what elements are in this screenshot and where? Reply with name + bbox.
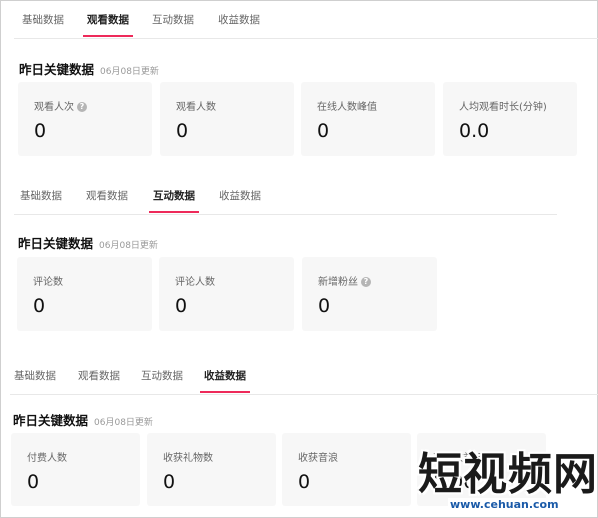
tab-revenue-2[interactable]: 收益数据 xyxy=(219,186,261,213)
section-title: 昨日关键数据 xyxy=(19,62,95,77)
watermark-logo: 短视频网 www.cehuan.com xyxy=(412,438,598,516)
tab-revenue-3[interactable]: 收益数据 xyxy=(200,366,250,393)
metric-value: 0 xyxy=(27,471,40,493)
tab-watch-1[interactable]: 观看数据 xyxy=(83,10,133,37)
watermark-url: www.cehuan.com xyxy=(448,498,561,511)
metric-label: 评论数 xyxy=(33,277,63,288)
section-header-1: 昨日关键数据 06月08日更新 xyxy=(19,59,159,78)
metric-label: 新增粉丝 xyxy=(318,277,358,288)
update-date: 06月08日更新 xyxy=(99,241,158,251)
tab-bar-3: 基础数据 观看数据 互动数据 收益数据 xyxy=(10,366,598,395)
metric-label: 评论人数 xyxy=(175,277,215,288)
metric-label: 观看人数 xyxy=(176,102,216,113)
tab-interact-3[interactable]: 互动数据 xyxy=(141,366,183,393)
metric-card-comments: 评论数 0 xyxy=(17,257,152,331)
active-tab-underline xyxy=(149,211,199,213)
metric-card-avg-watch: 人均观看时长(分钟) 0.0 xyxy=(443,82,577,156)
metric-label: 付费人数 xyxy=(27,453,67,464)
metric-value: 0 xyxy=(163,471,176,493)
metric-value: 0 xyxy=(34,120,47,142)
metric-value: 0 xyxy=(175,295,188,317)
metric-value: 0 xyxy=(317,120,330,142)
metric-card-paying-users: 付费人数 0 xyxy=(11,433,140,506)
metric-card-views: 观看人次? 0 xyxy=(18,82,152,156)
metric-card-gifts: 收获礼物数 0 xyxy=(147,433,276,506)
tab-basic-1[interactable]: 基础数据 xyxy=(22,10,64,37)
metric-label: 收获音浪 xyxy=(298,453,338,464)
tab-interact-1[interactable]: 互动数据 xyxy=(152,10,194,37)
tab-basic-3[interactable]: 基础数据 xyxy=(14,366,56,393)
update-date: 06月08日更新 xyxy=(94,418,153,428)
metric-card-commenters: 评论人数 0 xyxy=(159,257,294,331)
tab-bar-1: 基础数据 观看数据 互动数据 收益数据 xyxy=(14,10,598,39)
active-tab-underline xyxy=(83,35,133,37)
active-tab-underline xyxy=(200,391,250,393)
metric-value: 0 xyxy=(318,295,331,317)
help-icon[interactable]: ? xyxy=(77,102,87,112)
metric-card-new-fans: 新增粉丝? 0 xyxy=(302,257,437,331)
metric-card-peak-online: 在线人数峰值 0 xyxy=(301,82,435,156)
metric-value: 0 xyxy=(298,471,311,493)
metric-value: 0 xyxy=(176,120,189,142)
metric-label: 人均观看时长(分钟) xyxy=(459,102,547,113)
section-header-3: 昨日关键数据 06月08日更新 xyxy=(13,410,153,429)
help-icon[interactable]: ? xyxy=(361,277,371,287)
tab-revenue-1[interactable]: 收益数据 xyxy=(218,10,260,37)
section-header-2: 昨日关键数据 06月08日更新 xyxy=(18,233,158,252)
tab-watch-2[interactable]: 观看数据 xyxy=(86,186,128,213)
metric-value: 0.0 xyxy=(459,120,490,142)
metric-card-viewers: 观看人数 0 xyxy=(160,82,294,156)
metric-label: 在线人数峰值 xyxy=(317,102,377,113)
tab-interact-2[interactable]: 互动数据 xyxy=(149,186,199,213)
tab-basic-2[interactable]: 基础数据 xyxy=(20,186,62,213)
update-date: 06月08日更新 xyxy=(100,67,159,77)
section-title: 昨日关键数据 xyxy=(13,413,89,428)
watermark-text: 短视频网 xyxy=(418,449,598,500)
metric-value: 0 xyxy=(33,295,46,317)
metric-label: 收获礼物数 xyxy=(163,453,213,464)
metric-card-sound-waves: 收获音浪 0 xyxy=(282,433,411,506)
tab-watch-3[interactable]: 观看数据 xyxy=(78,366,120,393)
metric-label: 观看人次 xyxy=(34,102,74,113)
tab-bar-2: 基础数据 观看数据 互动数据 收益数据 xyxy=(14,186,557,215)
section-title: 昨日关键数据 xyxy=(18,236,94,251)
